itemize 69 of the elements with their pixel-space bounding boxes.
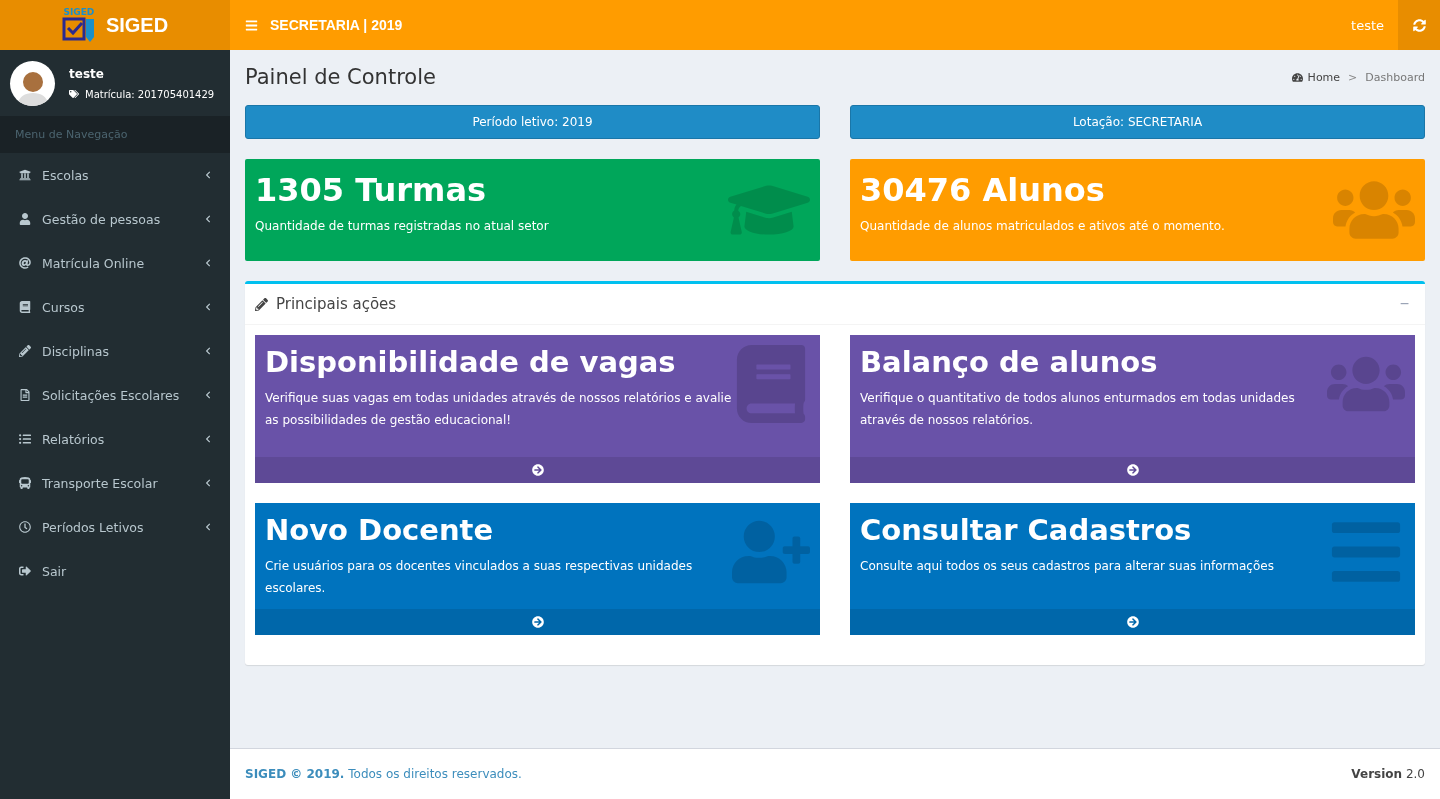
- card-description: Verifique o quantitativo de todos alunos enturmados em todas unidades através de nossos relatórios.: [860, 390, 1296, 429]
- document-icon: [19, 389, 31, 401]
- chevron-left-icon: [204, 523, 212, 531]
- version-text: Version 2.0: [1351, 767, 1425, 781]
- card-title: Consultar Cadastros: [860, 513, 1193, 547]
- user-name: teste: [69, 66, 105, 81]
- stat-description: Quantidade de turmas registradas no atual setor: [255, 219, 549, 233]
- chevron-left-icon: [204, 259, 212, 267]
- user-icon: [19, 213, 31, 225]
- dashboard-icon: [1291, 71, 1303, 83]
- stat-value: 1305 Turmas: [255, 171, 488, 209]
- nav-header: Menu de Navegação: [0, 116, 230, 153]
- chevron-left-icon: [204, 171, 212, 179]
- list-icon: [19, 433, 31, 445]
- bank-icon: [19, 169, 31, 181]
- app-name: SIGED: [105, 13, 169, 37]
- more-info-link[interactable]: [850, 609, 1415, 635]
- arrow-circle-right-icon: [531, 616, 544, 628]
- card-title: Novo Docente: [265, 513, 495, 547]
- arrow-circle-right-icon: [531, 464, 544, 476]
- book-icon: [19, 301, 31, 313]
- more-info-link[interactable]: [850, 457, 1415, 483]
- refresh-icon: [1412, 18, 1426, 32]
- sign-out-icon: [19, 565, 31, 577]
- chevron-left-icon: [204, 215, 212, 223]
- info-bar: Período letivo: 2019: [245, 105, 820, 139]
- registration-text: Matrícula: 201705401429: [69, 88, 215, 100]
- avatar: [10, 60, 55, 106]
- at-sign-icon: [19, 257, 31, 269]
- card-description: Crie usuários para os docentes vinculados a suas respectivas unidades escolares.: [265, 558, 694, 597]
- bus-icon: [19, 477, 31, 489]
- more-info-link[interactable]: [255, 609, 820, 635]
- stat-value: 30476 Alunos: [860, 171, 1106, 209]
- sidebar-item[interactable]: Solicitações Escolares: [0, 373, 230, 417]
- card-title: Balanço de alunos: [860, 345, 1159, 379]
- card-description: Verifique suas vagas em todas unidades através de nossos relatórios e avalie as possibilidades de gestão educacional!: [265, 390, 732, 429]
- card-title: Disponibilidade de vagas: [265, 345, 677, 379]
- chevron-left-icon: [204, 391, 212, 399]
- sidebar-item[interactable]: Disciplinas: [0, 329, 230, 373]
- breadcrumb-separator: >: [1348, 70, 1358, 84]
- sidebar-item[interactable]: Relatórios: [0, 417, 230, 461]
- pencil-icon: [255, 297, 268, 311]
- sidebar-item[interactable]: Matrícula Online: [0, 241, 230, 285]
- sidebar-item[interactable]: Sair: [0, 549, 230, 593]
- menu-icon: [245, 18, 258, 32]
- refresh-button[interactable]: [1398, 0, 1440, 50]
- sidebar-item[interactable]: Gestão de pessoas: [0, 197, 230, 241]
- sidebar-item[interactable]: Escolas: [0, 153, 230, 197]
- page-title: Painel de Controle: [245, 65, 436, 89]
- more-info-link[interactable]: [255, 457, 820, 483]
- arrow-circle-right-icon: [1126, 616, 1139, 628]
- header-title: SECRETARIA | 2019: [270, 17, 404, 33]
- info-bar: Lotação: SECRETARIA: [850, 105, 1425, 139]
- tags-icon: [69, 89, 79, 99]
- breadcrumb-link[interactable]: Home: [1291, 70, 1341, 84]
- chevron-left-icon: [204, 303, 212, 311]
- chevron-left-icon: [204, 435, 212, 443]
- chevron-left-icon: [204, 479, 212, 487]
- clock-icon: [19, 521, 31, 533]
- sidebar-item[interactable]: Períodos Letivos: [0, 505, 230, 549]
- sidebar-item[interactable]: Cursos: [0, 285, 230, 329]
- chevron-left-icon: [204, 347, 212, 355]
- pencil-icon: [19, 345, 31, 357]
- copyright-text: SIGED © 2019. Todos os direitos reservados.: [245, 767, 522, 781]
- stat-description: Quantidade de alunos matriculados e ativos até o momento.: [860, 219, 1225, 233]
- card-description: Consulte aqui todos os seus cadastros para alterar suas informações: [860, 558, 1274, 575]
- panel-title: Principais ações: [276, 295, 398, 313]
- sidebar-item[interactable]: Transporte Escolar: [0, 461, 230, 505]
- arrow-circle-right-icon: [1126, 464, 1139, 476]
